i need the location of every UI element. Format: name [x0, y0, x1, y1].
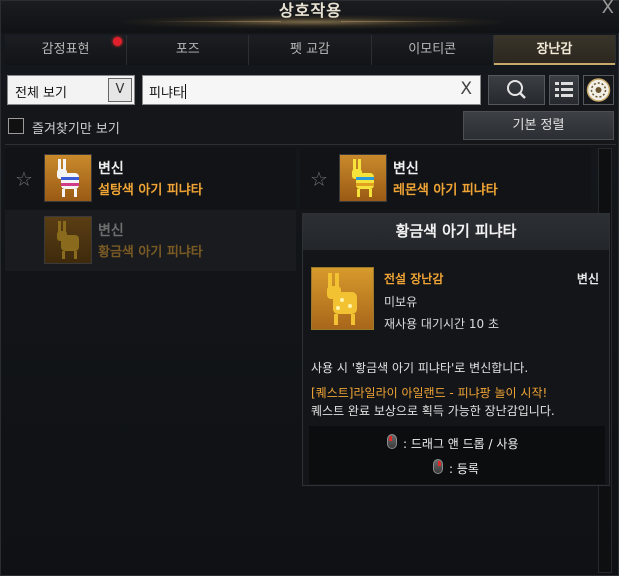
emblem-button[interactable] — [583, 75, 614, 105]
tab-emoticons[interactable]: 이모티콘 — [371, 35, 494, 65]
pinata-icon-lemon — [339, 154, 387, 202]
close-button[interactable]: X — [602, 0, 614, 18]
clear-search-button[interactable]: X — [460, 79, 472, 99]
title-line-right — [341, 21, 471, 22]
sort-button[interactable]: 기본 정렬 — [463, 111, 614, 140]
emblem-icon — [586, 78, 611, 102]
search-button[interactable] — [488, 75, 545, 105]
tooltip-type: 변신 — [576, 272, 599, 286]
control-drag-label: : 드래그 앤 드롭 / 사용 — [403, 437, 519, 451]
list-view-icon — [555, 82, 573, 97]
control-register-label: : 등록 — [449, 462, 479, 476]
mouse-right-click-icon — [433, 459, 443, 474]
tab-label: 감정표현 — [41, 42, 90, 57]
tab-pet-interaction[interactable]: 펫 교감 — [249, 35, 372, 65]
item-name: 레몬색 아기 피냐타 — [393, 183, 498, 198]
list-item[interactable]: 변신 황금색 아기 피냐타 — [5, 210, 296, 271]
tooltip-quest-description: 퀘스트 완료 보상으로 획득 가능한 장난감입니다. — [311, 404, 555, 418]
tooltip-quest: [퀘스트]라일라이 아일랜드 - 피냐팡 놀이 시작! — [311, 386, 548, 400]
notification-dot — [113, 37, 122, 46]
tooltip-cooldown: 재사용 대기시간 10 초 — [384, 317, 500, 331]
star-icon[interactable]: ☆ — [15, 167, 33, 191]
tab-label: 이모티콘 — [408, 42, 457, 57]
item-category: 변신 — [393, 161, 419, 177]
window-title: 상호작용 — [279, 1, 342, 20]
list-view-button[interactable] — [549, 75, 579, 105]
favorites-only-checkbox[interactable] — [8, 118, 24, 134]
tab-poses[interactable]: 포즈 — [127, 35, 250, 65]
tab-label: 장난감 — [536, 42, 573, 57]
tab-label: 포즈 — [175, 42, 200, 57]
star-icon[interactable]: ☆ — [310, 167, 328, 191]
tab-bar: 감정표현 포즈 펫 교감 이모티콘 장난감 — [5, 35, 617, 65]
tooltip-description: 사용 시 '황금색 아기 피냐타'로 변신합니다. — [311, 361, 529, 375]
tab-label: 펫 교감 — [290, 42, 331, 57]
tooltip-grade: 전설 장난감 — [384, 272, 444, 286]
view-filter-dropdown[interactable]: 전체 보기 V — [7, 75, 135, 105]
title-bar[interactable]: 상호작용 X — [1, 0, 619, 33]
search-input[interactable]: 피냐타 X — [142, 75, 481, 105]
pinata-icon-sugar — [44, 154, 92, 202]
item-tooltip: 황금색 아기 피냐타 전설 장난감 변신 미보유 재사용 대기시간 10 초 사… — [302, 213, 610, 486]
item-name: 설탕색 아기 피냐타 — [98, 183, 203, 198]
title-line-left — [151, 21, 281, 22]
tab-emotes[interactable]: 감정표현 — [5, 35, 128, 65]
pinata-icon-gold — [44, 216, 92, 264]
tab-toys[interactable]: 장난감 — [493, 35, 617, 65]
favorites-only-label: 즐겨찾기만 보기 — [32, 122, 120, 137]
item-category: 변신 — [98, 223, 124, 239]
item-name: 황금색 아기 피냐타 — [98, 245, 203, 260]
pinata-icon-gold — [311, 267, 374, 330]
divider — [5, 144, 616, 145]
dropdown-value: 전체 보기 — [15, 86, 67, 101]
search-icon — [507, 80, 526, 99]
chevron-down-icon[interactable]: V — [108, 78, 132, 102]
interaction-window: 상호작용 X 감정표현 포즈 펫 교감 이모티콘 장난감 전체 보기 V 피냐타… — [0, 0, 619, 576]
mouse-left-click-icon — [387, 434, 397, 449]
item-category: 변신 — [98, 161, 124, 177]
list-item[interactable]: ☆ 변신 레몬색 아기 피냐타 — [300, 148, 591, 209]
tooltip-title: 황금색 아기 피냐타 — [303, 214, 609, 250]
list-item[interactable]: ☆ 변신 설탕색 아기 피냐타 — [5, 148, 296, 209]
tooltip-owned-status: 미보유 — [384, 295, 418, 309]
search-input-value: 피냐타 — [149, 84, 186, 101]
tooltip-controls: : 드래그 앤 드롭 / 사용 : 등록 — [309, 426, 605, 484]
